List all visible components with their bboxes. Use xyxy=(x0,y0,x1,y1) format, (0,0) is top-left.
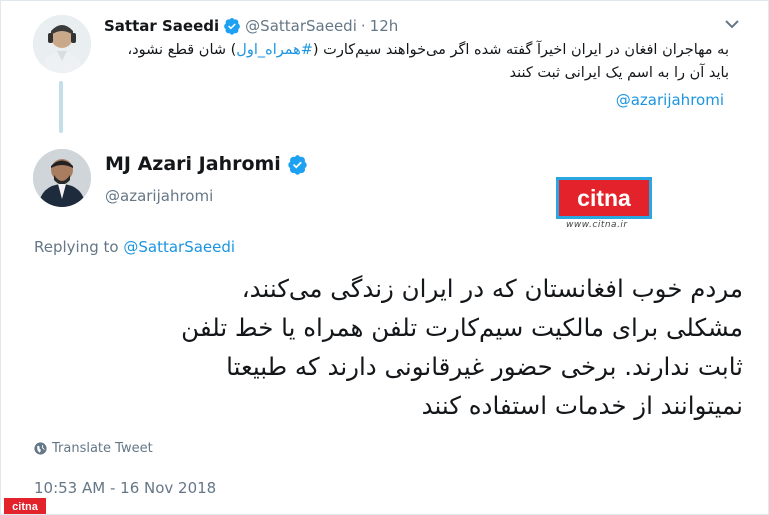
parent-display-name[interactable]: Sattar Saeedi xyxy=(104,17,219,35)
verified-badge-icon xyxy=(224,17,241,35)
parent-avatar[interactable] xyxy=(33,15,91,73)
citna-logo-mark: citna xyxy=(12,501,39,513)
svg-text:citna: citna xyxy=(577,185,631,211)
chevron-down-icon[interactable] xyxy=(724,17,740,31)
main-display-name-row: MJ Azari Jahromi xyxy=(105,153,308,175)
tweet-card: Sattar Saeedi @SattarSaeedi · 12h به مها… xyxy=(0,0,769,515)
replying-to-link[interactable]: @SattarSaeedi xyxy=(123,238,235,256)
globe-icon xyxy=(34,442,47,455)
svg-text:citna: citna xyxy=(12,501,39,513)
citna-logo: citna xyxy=(556,177,652,219)
verified-badge-icon xyxy=(288,154,307,175)
watermark-url: www.citna.ir xyxy=(566,220,628,230)
main-tweet-text: مردم خوب افغانستان که در ایران زندگی می‌… xyxy=(181,274,743,420)
parent-handle[interactable]: @SattarSaeedi xyxy=(245,17,357,35)
hashtag-link[interactable]: #همراه_اول xyxy=(236,42,313,58)
main-handle[interactable]: @azarijahromi xyxy=(105,187,213,205)
mention-link[interactable]: @azarijahromi xyxy=(616,91,724,109)
replying-prefix: Replying to xyxy=(34,238,119,256)
person-avatar-icon xyxy=(33,149,91,207)
tweet-timestamp[interactable]: 10:53 AM - 16 Nov 2018 xyxy=(34,479,216,497)
translate-label: Translate Tweet xyxy=(52,441,153,456)
replying-to-line: Replying to @SattarSaeedi xyxy=(34,238,235,256)
main-display-name[interactable]: MJ Azari Jahromi xyxy=(105,153,281,175)
person-avatar-icon xyxy=(33,15,91,73)
parent-text-part: به مهاجران افغان در ایران اخیرآ گفته شده… xyxy=(312,42,729,58)
translate-tweet-button[interactable]: Translate Tweet xyxy=(34,441,153,456)
citna-logo-mark: citna xyxy=(577,185,631,211)
citna-footer-logo: citna xyxy=(4,498,46,514)
parent-timestamp[interactable]: 12h xyxy=(370,17,399,35)
main-avatar[interactable] xyxy=(33,149,91,207)
thread-connector-line xyxy=(59,81,63,133)
parent-tweet-header: Sattar Saeedi @SattarSaeedi · 12h xyxy=(104,15,398,37)
parent-tweet-text: به مهاجران افغان در ایران اخیرآ گفته شده… xyxy=(119,39,729,85)
header-separator: · xyxy=(360,17,366,35)
